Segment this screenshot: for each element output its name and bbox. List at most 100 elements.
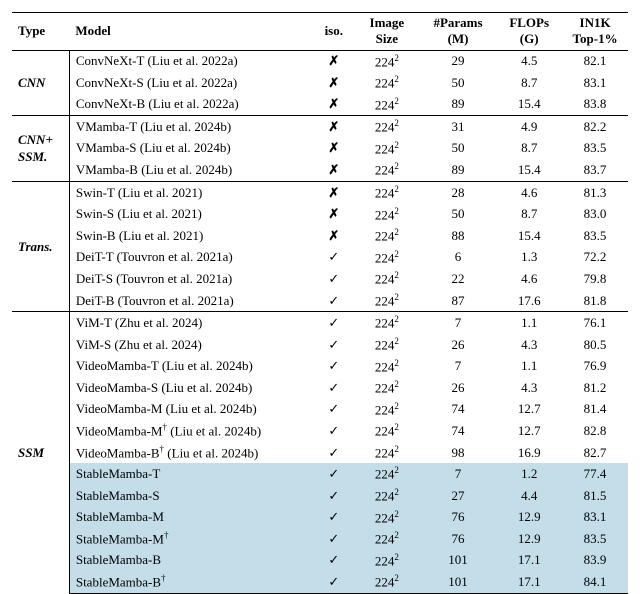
top1: 83.1 [562,507,628,529]
group-type: CNN+SSM. [12,116,69,182]
image-size: 2242 [354,550,420,572]
flops: 15.4 [496,94,562,116]
iso-cell: ✓ [314,377,354,399]
results-table: Type Model iso. ImageSize #Params(M) FLO… [12,12,628,594]
iso-cell: ✗ [314,116,354,138]
flops: 4.3 [496,377,562,399]
iso-cell: ✗ [314,159,354,181]
iso-cell: ✓ [314,528,354,550]
iso-cell: ✗ [314,72,354,94]
params: 6 [420,247,496,269]
model-name: ViM-T (Zhu et al. 2024) [69,312,313,334]
model-name: Swin-S (Liu et al. 2021) [69,204,313,226]
top1: 79.8 [562,268,628,290]
image-size: 2242 [354,528,420,550]
params: 50 [420,138,496,160]
image-size: 2242 [354,138,420,160]
top1: 77.4 [562,463,628,485]
image-size: 2242 [354,204,420,226]
iso-cell: ✓ [314,485,354,507]
params: 7 [420,356,496,378]
image-size: 2242 [354,159,420,181]
iso-cell: ✗ [314,50,354,72]
col-type: Type [12,13,69,51]
flops: 12.9 [496,528,562,550]
iso-cell: ✓ [314,356,354,378]
model-name: StableMamba-M† [69,528,313,550]
top1: 76.1 [562,312,628,334]
top1: 83.5 [562,528,628,550]
model-name: DeiT-S (Touvron et al. 2021a) [69,268,313,290]
iso-cell: ✗ [314,138,354,160]
model-name: StableMamba-T [69,463,313,485]
group-type: CNN [12,50,69,116]
params: 101 [420,550,496,572]
table-row: VideoMamba-T (Liu et al. 2024b)✓224271.1… [12,356,628,378]
image-size: 2242 [354,116,420,138]
image-size: 2242 [354,268,420,290]
flops: 4.5 [496,50,562,72]
flops: 1.3 [496,247,562,269]
iso-cell: ✓ [314,420,354,442]
image-size: 2242 [354,485,420,507]
table-row: StableMamba-B✓224210117.183.9 [12,550,628,572]
params: 76 [420,507,496,529]
iso-cell: ✓ [314,290,354,312]
model-name: ConvNeXt-S (Liu et al. 2022a) [69,72,313,94]
flops: 15.4 [496,159,562,181]
col-iso: iso. [314,13,354,51]
image-size: 2242 [354,50,420,72]
iso-cell: ✓ [314,334,354,356]
top1: 81.8 [562,290,628,312]
flops: 1.2 [496,463,562,485]
group-type: SSM [12,312,69,594]
params: 7 [420,312,496,334]
top1: 83.9 [562,550,628,572]
image-size: 2242 [354,463,420,485]
params: 89 [420,159,496,181]
top1: 81.2 [562,377,628,399]
image-size: 2242 [354,312,420,334]
col-top1: IN1KTop-1% [562,13,628,51]
model-name: Swin-T (Liu et al. 2021) [69,181,313,203]
table-row: VMamba-B (Liu et al. 2024b)✗22428915.483… [12,159,628,181]
table-row: DeiT-T (Touvron et al. 2021a)✓224261.372… [12,247,628,269]
model-name: VideoMamba-M (Liu et al. 2024b) [69,399,313,421]
iso-cell: ✗ [314,225,354,247]
params: 28 [420,181,496,203]
params: 88 [420,225,496,247]
top1: 83.0 [562,204,628,226]
top1: 82.8 [562,420,628,442]
flops: 16.9 [496,442,562,464]
iso-cell: ✓ [314,247,354,269]
col-flops: FLOPs(G) [496,13,562,51]
params: 31 [420,116,496,138]
image-size: 2242 [354,225,420,247]
params: 22 [420,268,496,290]
top1: 82.7 [562,442,628,464]
flops: 12.7 [496,420,562,442]
table-row: Trans.Swin-T (Liu et al. 2021)✗2242284.6… [12,181,628,203]
iso-cell: ✓ [314,463,354,485]
col-model: Model [69,13,313,51]
top1: 76.9 [562,356,628,378]
params: 29 [420,50,496,72]
image-size: 2242 [354,334,420,356]
params: 27 [420,485,496,507]
model-name: ViM-S (Zhu et al. 2024) [69,334,313,356]
model-name: StableMamba-M [69,507,313,529]
header-row: Type Model iso. ImageSize #Params(M) FLO… [12,13,628,51]
image-size: 2242 [354,72,420,94]
model-name: DeiT-B (Touvron et al. 2021a) [69,290,313,312]
top1: 83.1 [562,72,628,94]
params: 98 [420,442,496,464]
top1: 83.5 [562,138,628,160]
params: 74 [420,420,496,442]
top1: 80.5 [562,334,628,356]
image-size: 2242 [354,181,420,203]
iso-cell: ✗ [314,94,354,116]
table-row: StableMamba-M✓22427612.983.1 [12,507,628,529]
params: 50 [420,204,496,226]
image-size: 2242 [354,377,420,399]
model-name: StableMamba-B† [69,571,313,593]
